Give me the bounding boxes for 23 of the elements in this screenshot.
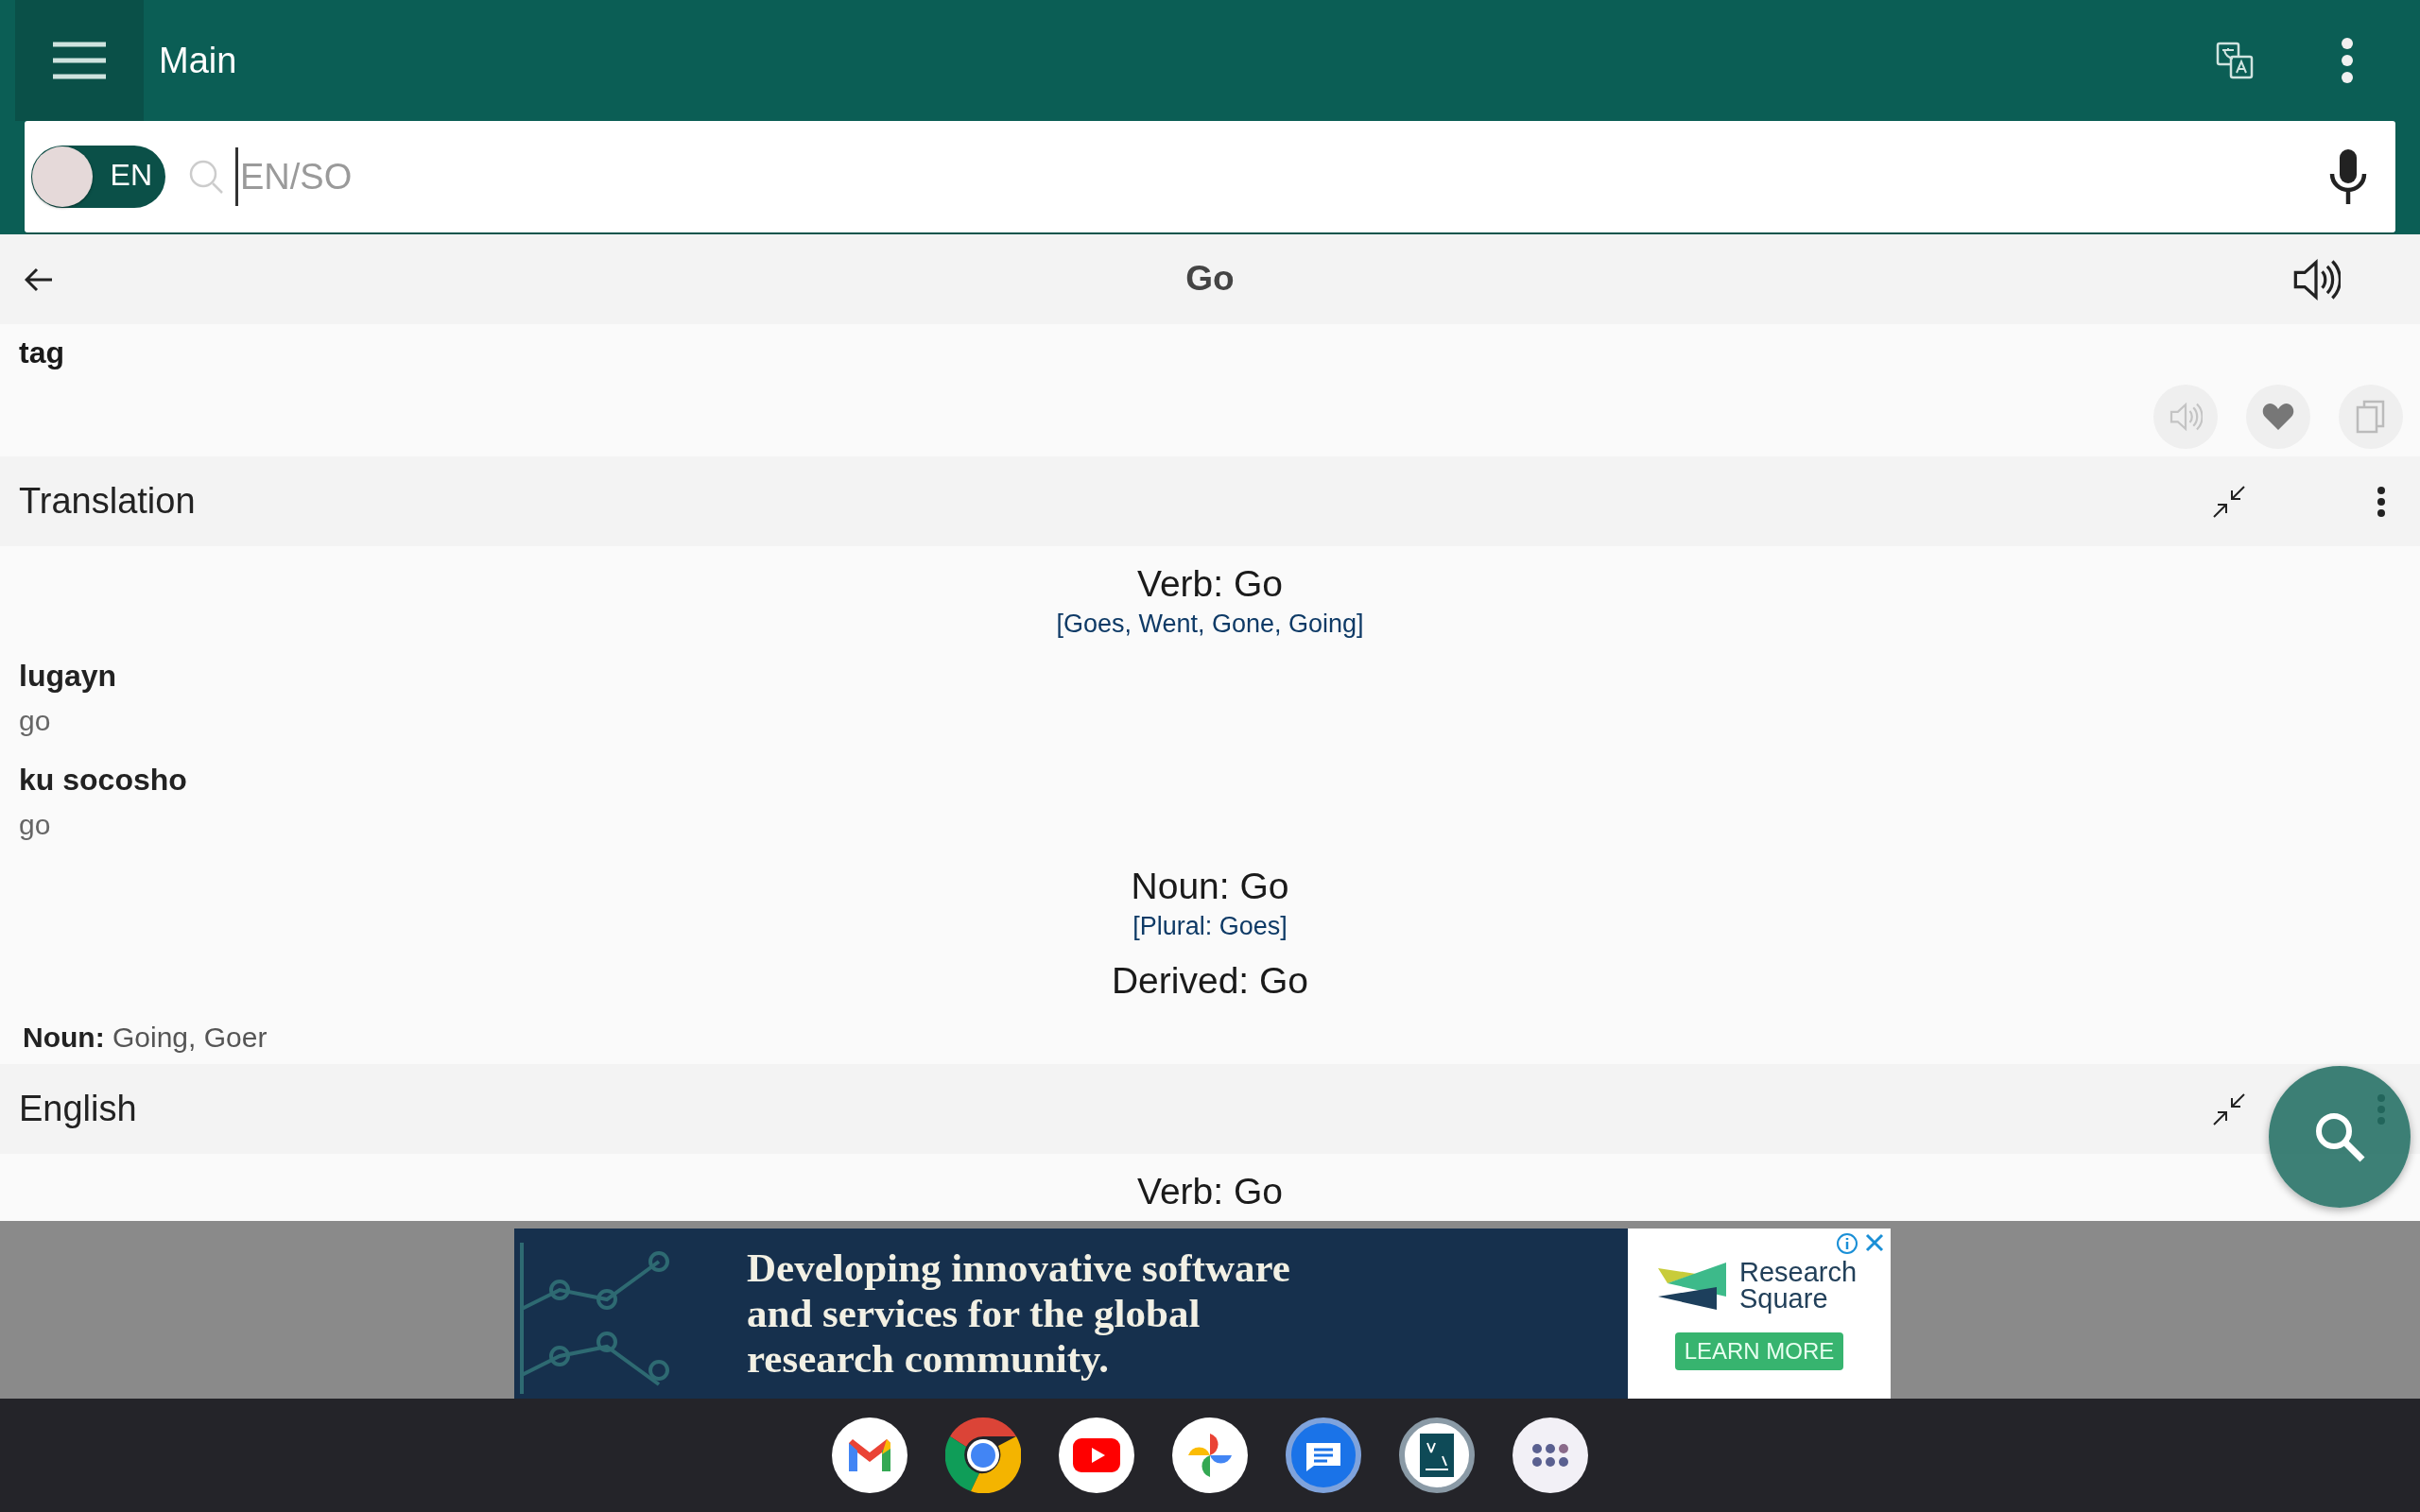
ad-brand: Research Square	[1739, 1259, 1858, 1312]
section-title: Translation	[19, 481, 197, 522]
translation-term: ku socosho	[19, 762, 188, 799]
section-header[interactable]: Translation	[0, 456, 2420, 546]
derived-words: Noun: Going, Goer	[23, 1021, 268, 1055]
section-header[interactable]: English	[0, 1064, 2420, 1154]
part-of-speech-heading: Derived: Go	[1110, 959, 1310, 1003]
search-bar[interactable]: EN EN/SO	[25, 121, 2395, 232]
word-forms: [Plural: Goes]	[1132, 911, 1288, 942]
search-field[interactable]: EN/SO	[235, 147, 2329, 206]
language-toggle[interactable]: EN	[31, 146, 165, 208]
ad-headline: Developing innovative software and services for the global research community.	[747, 1246, 1291, 1382]
part-of-speech-heading: Verb: Go	[1136, 1170, 1284, 1213]
translation-term: lugayn	[19, 658, 118, 695]
part-of-speech-heading: Verb: Go	[1136, 562, 1284, 606]
translation-gloss: go	[19, 808, 52, 842]
part-of-speech-heading: Noun: Go	[1130, 865, 1290, 908]
translation-gloss: go	[19, 704, 52, 738]
word-forms: [Goes, Went, Gone, Going]	[1055, 609, 1365, 640]
app-title: Main	[159, 40, 238, 81]
section-title: English	[19, 1089, 138, 1129]
word-title: Go	[1185, 259, 1235, 299]
word-tag: tag	[19, 335, 64, 370]
